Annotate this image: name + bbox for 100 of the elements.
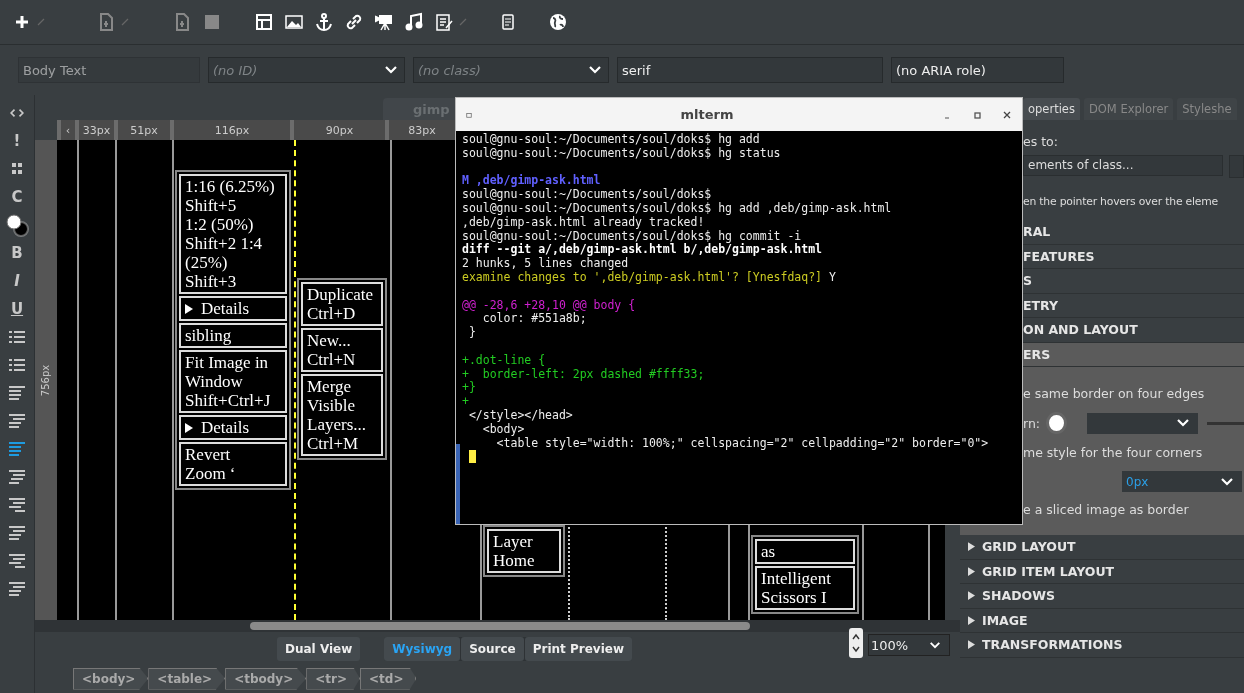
breadcrumb[interactable]: <table> [148,667,226,690]
dual-view-button[interactable]: Dual View [277,637,361,661]
table-cell: Intelligent Scissors I [755,566,855,610]
disclosure-triangle-icon[interactable] [185,304,193,314]
table-cell: Details [179,296,287,321]
format-glyph-button[interactable]: ! [13,133,21,149]
block-out-icon[interactable] [9,581,25,597]
breadcrumb[interactable]: <tr> [306,667,360,690]
outdent-icon[interactable] [9,413,25,429]
table-cell: as [755,539,855,564]
list-icon[interactable] [9,329,25,345]
terminal-line: +} [462,380,476,395]
ruler-label: ‹ [57,120,75,140]
panel-tab[interactable]: operties [1023,98,1080,120]
view-mode-tab[interactable]: Print Preview [524,637,633,661]
style-field[interactable]: serif [617,57,883,83]
option-label: e same border on four edges [1023,386,1206,401]
align-left-icon[interactable] [9,441,25,457]
link-icon[interactable] [344,12,364,32]
italic-button[interactable]: I [14,273,20,289]
window-menu-icon[interactable] [466,111,472,118]
ruler-label: 33px [75,120,114,140]
hover-option-label: en the pointer hovers over the eleme [1023,195,1219,208]
scrollbar-thumb[interactable] [250,622,750,630]
class-dropdown[interactable]: ements of class... [1023,155,1223,176]
terminal-line: soul@gnu-soul:~/Documents/soul/doks$ hg status [462,145,781,160]
scrollbar[interactable] [456,444,460,524]
terminal-line: <body> [482,421,525,436]
indent-icon[interactable] [9,385,25,401]
disclosure-triangle-icon[interactable] [185,423,193,433]
terminal-line: } [467,325,476,340]
style-field[interactable]: (no ARIA role) [891,57,1064,83]
table-cell: sibling [179,323,287,348]
bold-button[interactable]: B [11,245,23,261]
zoom-dropdown[interactable]: 100% [868,634,950,656]
justify-icon[interactable] [9,525,25,541]
terminal-line: soul@gnu-soul:~/Documents/soul/doks$ hg add [462,132,760,146]
chevron-down-icon [1176,418,1191,428]
terminal-line: +.dot-line { [462,352,546,367]
grid-dots-icon[interactable] [11,162,23,176]
chevron-down-icon [588,65,602,75]
expander-arrow-icon[interactable] [968,566,975,576]
block-in-icon[interactable] [9,553,25,569]
ruler-label: 51px [114,120,170,140]
ruler-label: 90px [290,120,385,140]
terminal-line: diff --git a/,deb/gimp-ask.html b/,deb/gimp-ask.html [462,242,823,257]
table-cell: New... Ctrl+N [301,328,383,372]
color-button[interactable] [1046,412,1067,434]
text-cursor [469,450,476,464]
format-glyph-button[interactable]: C [11,189,23,205]
terminal-line: Y [828,269,836,284]
expander-arrow-icon[interactable] [968,542,975,552]
terminal-line: color: #551a8b; [481,311,587,326]
anchor-icon[interactable] [314,12,334,32]
ruler-label: 756px [40,364,52,396]
camera-icon[interactable] [374,12,394,32]
table-cell: Details [179,415,287,440]
color-swatch-icon[interactable] [4,212,30,238]
option-label: rn: [1023,415,1041,431]
terminal-line: <table style="width: 100%;" cellspacing="2" cellpadding="2" border="0"> [496,435,989,450]
code-icon[interactable] [10,108,24,118]
terminal-line: ,deb/gimp-ask.html already tracked! [462,214,705,229]
table-cell: 1:16 (6.25%) Shift+5 1:2 (50%) Shift+2 1:4 (25%) Shift+3 [179,174,287,294]
terminal-line: + [462,394,469,409]
terminal-line: soul@gnu-soul:~/Documents/soul/doks$ [462,187,712,202]
breadcrumb[interactable]: <tbody> [225,667,307,690]
breadcrumb[interactable]: <body> [73,667,149,690]
chevron-down-icon [929,640,941,650]
expander-arrow-icon[interactable] [968,591,975,601]
form-icon[interactable] [434,12,454,32]
numbered-icon[interactable] [9,357,25,373]
chevron-down-icon [384,65,398,75]
image-icon[interactable] [284,12,304,32]
table-cell: Merge Visible Layers... Ctrl+M [301,374,383,456]
terminal-line: M ,deb/gimp-ask.html [462,173,601,188]
align-right-icon[interactable] [9,497,25,513]
terminal-line: soul@gnu-soul:~/Documents/soul/doks$ hg commit -i [462,228,802,243]
chevron-down-icon [1220,476,1234,487]
radius-dropdown[interactable]: 0px [1122,471,1242,492]
table-icon[interactable] [254,12,274,32]
align-center-icon[interactable] [9,469,25,485]
breadcrumb[interactable]: <td> [360,667,417,690]
globe-icon[interactable] [548,12,568,32]
underline-button[interactable]: U [10,301,24,317]
section-header[interactable]: ERS [1023,342,1244,367]
maximize-icon[interactable] [972,109,982,120]
close-icon[interactable] [1002,109,1012,120]
terminal-line: @@ -28,6 +28,10 @@ body { [462,297,636,312]
view-mode-tab[interactable]: Source [461,637,524,661]
expander-arrow-icon[interactable] [968,615,975,625]
terminal-line: examine changes to ',deb/gimp-ask.html'? [Ynesfdaq?] [462,269,823,284]
expander-arrow-icon[interactable] [968,640,975,650]
apply-label: es to: [1023,134,1059,149]
terminal-line: </style></head> [467,407,573,422]
table-cell: Revert Zoom ‘ [179,442,287,486]
ruler-label: 116px [170,120,290,140]
ruler-label: 83px [385,120,455,140]
window-title: mlterm [679,107,735,122]
view-mode-tab[interactable]: Wysiwyg [384,637,461,661]
music-icon[interactable] [404,12,424,32]
